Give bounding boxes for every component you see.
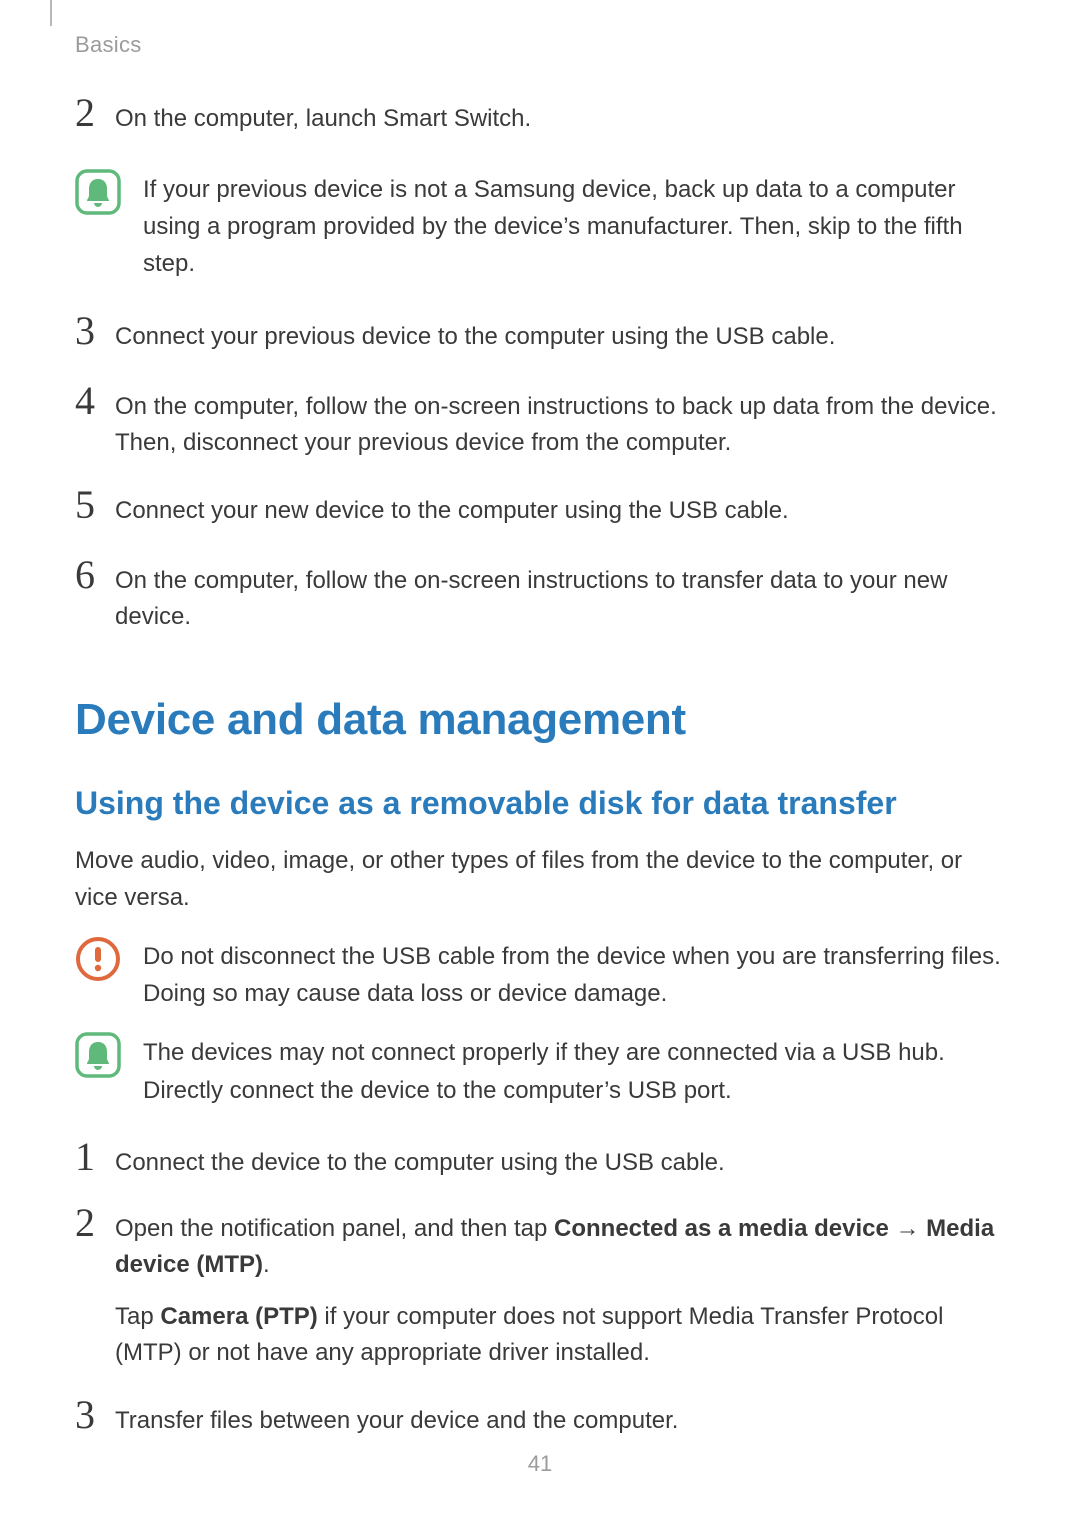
step-item: 2 On the computer, launch Smart Switch.: [75, 99, 1005, 139]
step-text: Connect your new device to the computer …: [115, 491, 1005, 529]
step-item: 3 Connect your previous device to the co…: [75, 317, 1005, 357]
sub-paragraph: Tap Camera (PTP) if your computer does n…: [115, 1299, 1005, 1371]
step-item: 6 On the computer, follow the on-screen …: [75, 561, 1005, 635]
step-number: 3: [75, 311, 115, 351]
bold-run: Camera (PTP): [160, 1303, 317, 1330]
step-text: Open the notification panel, and then ta…: [115, 1209, 1005, 1371]
step-number: 3: [75, 1395, 115, 1435]
step-item: 4 On the computer, follow the on-screen …: [75, 387, 1005, 461]
content: 2 On the computer, launch Smart Switch. …: [75, 99, 1005, 1441]
arrow-glyph: →: [889, 1215, 926, 1242]
text-run: .: [263, 1251, 270, 1278]
step-item: 2 Open the notification panel, and then …: [75, 1209, 1005, 1371]
text-run: Tap: [115, 1303, 160, 1330]
body-paragraph: Move audio, video, image, or other types…: [75, 842, 1005, 916]
step-text: Connect the device to the computer using…: [115, 1143, 1005, 1181]
step-text: On the computer, launch Smart Switch.: [115, 99, 1005, 137]
step-number: 6: [75, 555, 115, 595]
step-number: 5: [75, 485, 115, 525]
bell-note-icon: [75, 169, 121, 215]
heading-1: Device and data management: [75, 695, 1005, 745]
bold-run: Connected as a media device: [554, 1215, 889, 1242]
page: Basics 2 On the computer, launch Smart S…: [0, 0, 1080, 1527]
note-text: Do not disconnect the USB cable from the…: [143, 936, 1005, 1012]
text-run: Open the notification panel, and then ta…: [115, 1215, 554, 1242]
step-text: Connect your previous device to the comp…: [115, 317, 1005, 355]
section-label: Basics: [75, 32, 142, 58]
heading-2: Using the device as a removable disk for…: [75, 785, 1005, 822]
step-text: On the computer, follow the on-screen in…: [115, 387, 1005, 461]
step-item: 1 Connect the device to the computer usi…: [75, 1143, 1005, 1183]
step-item: 5 Connect your new device to the compute…: [75, 491, 1005, 531]
step-number: 2: [75, 93, 115, 133]
steps-group: 1 Connect the device to the computer usi…: [75, 1143, 1005, 1441]
bell-note-icon: [75, 1032, 121, 1078]
note-text: If your previous device is not a Samsung…: [143, 169, 1005, 283]
step-text: On the computer, follow the on-screen in…: [115, 561, 1005, 635]
note-info: If your previous device is not a Samsung…: [75, 169, 1005, 283]
note-text: The devices may not connect properly if …: [143, 1032, 1005, 1108]
note-info: The devices may not connect properly if …: [75, 1032, 1005, 1108]
page-number: 41: [0, 1451, 1080, 1477]
step-text: Transfer files between your device and t…: [115, 1401, 1005, 1439]
step-number: 2: [75, 1203, 115, 1243]
header-rule: [50, 0, 52, 26]
warning-icon: [75, 936, 121, 982]
step-number: 1: [75, 1137, 115, 1177]
step-item: 3 Transfer files between your device and…: [75, 1401, 1005, 1441]
note-warning: Do not disconnect the USB cable from the…: [75, 936, 1005, 1012]
step-number: 4: [75, 381, 115, 421]
